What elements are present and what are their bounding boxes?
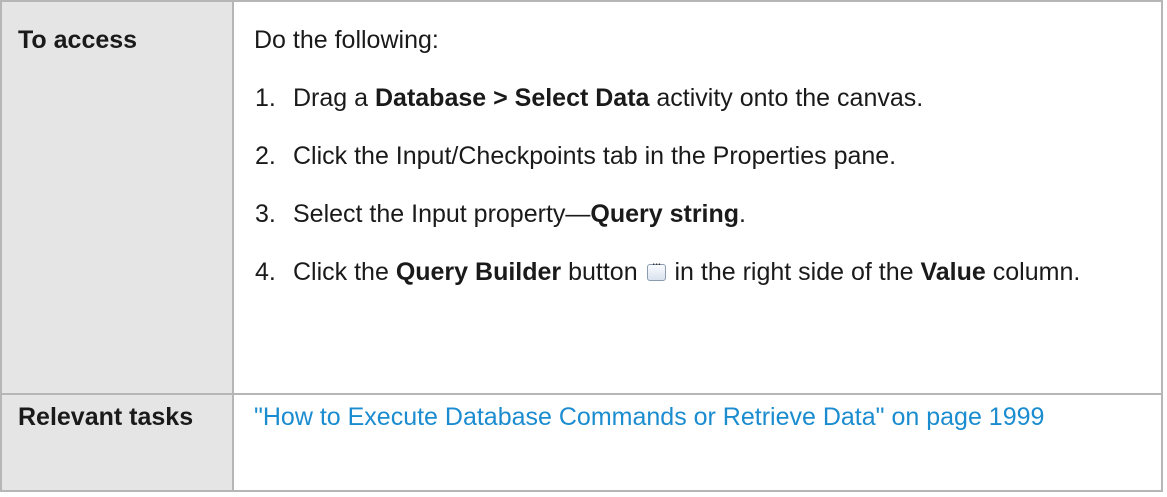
step-text: Click the Input/Checkpoints tab in the P…: [293, 142, 897, 170]
task-link[interactable]: "How to Execute Database Commands or Ret…: [254, 403, 1044, 431]
step-text: Click the: [293, 258, 396, 286]
ellipsis-button-icon: [646, 253, 666, 281]
steps-list: 1. Drag a Database > Select Data activit…: [254, 82, 1161, 288]
step-text: .: [739, 200, 746, 228]
relevant-tasks-label: Relevant tasks: [0, 393, 234, 492]
step-text: in the right side of the: [667, 258, 921, 286]
relevant-tasks-content: "How to Execute Database Commands or Ret…: [232, 393, 1163, 492]
step-item: 2. Click the Input/Checkpoints tab in th…: [254, 140, 1161, 172]
step-text: activity onto the canvas.: [649, 84, 924, 112]
to-access-row: To access Do the following: 1. Drag a Da…: [0, 0, 1163, 395]
step-item: 3. Select the Input property—Query strin…: [254, 198, 1161, 230]
step-item: 4. Click the Query Builder button in the…: [254, 253, 1161, 288]
step-text: button: [561, 258, 645, 286]
step-bold-text: Query string: [590, 200, 740, 228]
step-number: 4.: [255, 258, 276, 286]
step-number: 3.: [255, 200, 276, 228]
step-text: Drag a: [293, 84, 375, 112]
step-number: 2.: [255, 142, 276, 170]
step-number: 1.: [255, 84, 276, 112]
intro-text: Do the following:: [254, 26, 439, 54]
step-item: 1. Drag a Database > Select Data activit…: [254, 82, 1161, 114]
step-bold-text: Database > Select Data: [374, 84, 650, 112]
step-bold-text: Query Builder: [395, 258, 562, 286]
to-access-content: Do the following: 1. Drag a Database > S…: [232, 0, 1163, 395]
relevant-tasks-row: Relevant tasks "How to Execute Database …: [0, 393, 1163, 492]
to-access-label: To access: [0, 0, 234, 395]
info-table: To access Do the following: 1. Drag a Da…: [0, 0, 1163, 492]
step-text: Select the Input property—: [293, 200, 591, 228]
step-text: column.: [985, 258, 1081, 286]
step-bold-text: Value: [920, 258, 986, 286]
